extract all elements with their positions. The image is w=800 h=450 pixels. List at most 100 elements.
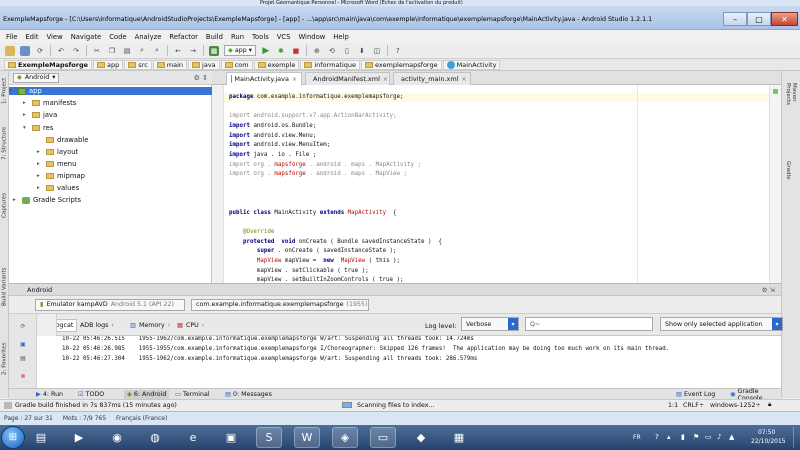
gradle-console-button[interactable]: ◉ Gradle Console (727, 388, 781, 402)
language-indicator[interactable]: FR (633, 434, 641, 441)
maximize-button[interactable]: □ (747, 12, 771, 26)
minimize-button[interactable]: – (723, 12, 747, 26)
word-status-item[interactable]: Mots : 7/9 765 (63, 415, 106, 422)
menu-item-vcs[interactable]: VCS (277, 33, 291, 41)
breadcrumb-item[interactable]: src (124, 59, 152, 70)
make-icon[interactable]: ▦ (209, 45, 219, 56)
breadcrumb-item[interactable]: com (220, 59, 253, 70)
code-editor[interactable]: package com.example.informatique.exemple… (224, 85, 769, 283)
help-icon[interactable]: ? (655, 433, 659, 441)
breadcrumb-item[interactable]: exemple (253, 59, 300, 70)
save-icon[interactable] (20, 45, 30, 56)
tab-adb-logs[interactable]: ADB logs › (77, 319, 117, 332)
back-icon[interactable]: ← (173, 46, 183, 56)
volume-icon[interactable]: ♪ (717, 433, 721, 441)
avd-manager-icon[interactable]: ▯ (342, 46, 352, 56)
run-config-select[interactable]: ◆ app ▾ (224, 45, 256, 56)
debug-icon[interactable]: ✱ (276, 46, 286, 56)
chevron-down-icon[interactable]: ▾ (23, 125, 29, 131)
stop-icon[interactable]: ■ (291, 46, 301, 56)
logcat-output[interactable]: 10-22 05:46:26.515 1955-1962/com.example… (37, 336, 781, 388)
help-icon[interactable]: ? (393, 46, 403, 56)
tab-cpu[interactable]: ▦ CPU › (174, 319, 207, 332)
forward-icon[interactable]: → (188, 46, 198, 56)
editor-tab[interactable]: AndroidManifest.xml × (305, 72, 390, 85)
tree-item-gradle-scripts[interactable]: ▸ Gradle Scripts (13, 196, 81, 204)
battery-icon[interactable]: ▭ (705, 433, 712, 441)
tree-item-mipmap[interactable]: ▸ mipmap (37, 172, 85, 180)
tool-tab-mavenprojects[interactable]: Maven Projects (785, 83, 797, 125)
taskbar-app[interactable]: ◆ (408, 427, 434, 448)
bottom-tab-todo[interactable]: ☑ TODO (75, 390, 107, 399)
clock-time[interactable]: 07:50 (758, 429, 775, 436)
file-encoding[interactable]: windows-1252÷ (710, 402, 761, 409)
chevron-down-icon[interactable]: ▾ (9, 88, 15, 94)
tree-item-app[interactable]: ▾ app (9, 87, 212, 95)
taskbar-app[interactable]: ◈ (332, 427, 358, 448)
tree-item-layout[interactable]: ▸ layout (37, 148, 78, 156)
tree-item-manifests[interactable]: ▸ manifests (23, 99, 76, 107)
taskbar-app[interactable]: ◍ (142, 427, 168, 448)
taskbar-app[interactable]: ▣ (218, 427, 244, 448)
tree-item-res[interactable]: ▾ res (23, 124, 53, 132)
breadcrumb-item[interactable]: MainActivity (442, 59, 501, 70)
terminate-icon[interactable]: ⊗ (19, 372, 27, 380)
flag-icon[interactable]: ⚑ (693, 433, 699, 441)
tool-tab-buildvariants[interactable]: Build Variants (0, 261, 9, 313)
taskbar-app[interactable]: S (256, 427, 282, 448)
tree-item-values[interactable]: ▸ values (37, 184, 79, 192)
bottom-tab-run[interactable]: ▶ 4: Run (33, 390, 66, 399)
breadcrumb-item[interactable]: app (93, 59, 124, 70)
undo-icon[interactable]: ↶ (56, 46, 66, 56)
taskbar-app[interactable]: ◉ (104, 427, 130, 448)
menu-item-build[interactable]: Build (206, 33, 223, 41)
lock-icon[interactable]: 🔒︎ (768, 401, 771, 409)
taskbar-app[interactable]: ▦ (446, 427, 472, 448)
close-tab-icon[interactable]: × (292, 76, 297, 83)
status-toggle-icon[interactable] (4, 402, 12, 409)
tool-tab-structure[interactable]: 7: Structure (0, 121, 9, 165)
chevron-right-icon[interactable]: ▸ (23, 112, 29, 118)
signal-icon[interactable]: ▲ (729, 433, 734, 441)
menu-item-window[interactable]: Window (298, 33, 325, 41)
bottom-tab-android[interactable]: ◆ 6: Android (124, 390, 170, 399)
replace-icon[interactable]: ⌕ (152, 46, 162, 56)
close-tab-icon[interactable]: × (462, 76, 467, 83)
filter-select[interactable]: Show only selected application ▾ (660, 317, 783, 331)
tree-item-drawable[interactable]: drawable (37, 136, 88, 144)
gradle-sync-icon[interactable]: ⟲ (327, 46, 337, 56)
cut-icon[interactable]: ✂ (92, 46, 102, 56)
bottom-tab-messages[interactable]: ▤ 0: Messages (222, 390, 275, 399)
word-status-item[interactable]: Page : 27 sur 31 (4, 415, 53, 422)
tree-item-java[interactable]: ▸ java (23, 111, 57, 119)
copy-icon[interactable]: ❐ (107, 46, 117, 56)
sync-icon[interactable]: ⟳ (35, 46, 45, 56)
chevron-right-icon[interactable]: ▸ (23, 100, 29, 106)
start-button[interactable]: ⊞ (1, 426, 25, 449)
chevron-right-icon[interactable]: ▸ (37, 173, 43, 179)
menu-item-help[interactable]: Help (333, 33, 349, 41)
chevron-right-icon[interactable]: ▸ (37, 185, 43, 191)
editor-tab[interactable]: activity_main.xml × (393, 72, 471, 85)
menu-item-edit[interactable]: Edit (25, 33, 38, 41)
chevron-right-icon[interactable]: ▸ (13, 197, 19, 203)
breadcrumb-item[interactable]: informatique (300, 59, 361, 70)
tool-tab-captures[interactable]: Captures (0, 185, 9, 225)
log-search-input[interactable]: Q~ (525, 317, 653, 331)
menu-item-file[interactable]: File (6, 33, 17, 41)
layout-icon[interactable]: ▤ (19, 354, 27, 362)
run-icon[interactable]: ▶ (261, 46, 271, 56)
line-separator[interactable]: CRLF÷ (683, 402, 704, 409)
taskbar-app[interactable]: e (180, 427, 206, 448)
paste-icon[interactable]: ▤ (122, 46, 132, 56)
tool-tab-gradle[interactable]: Gradle (785, 161, 791, 191)
menu-item-refactor[interactable]: Refactor (169, 33, 198, 41)
menu-item-analyze[interactable]: Analyze (135, 33, 162, 41)
breadcrumb-item[interactable]: ExempleMapsforge (4, 59, 93, 70)
open-folder-icon[interactable] (5, 45, 15, 56)
chevron-right-icon[interactable]: ▸ (37, 149, 43, 155)
tool-tab-favorites[interactable]: 2: Favorites (0, 333, 9, 385)
tool-tab-project[interactable]: 1: Project (0, 73, 9, 109)
device-select[interactable]: ▮ Emulator kampAVD Android 5.1 (API 22) (35, 298, 185, 311)
sdk-manager-icon[interactable]: ⬇ (357, 46, 367, 56)
